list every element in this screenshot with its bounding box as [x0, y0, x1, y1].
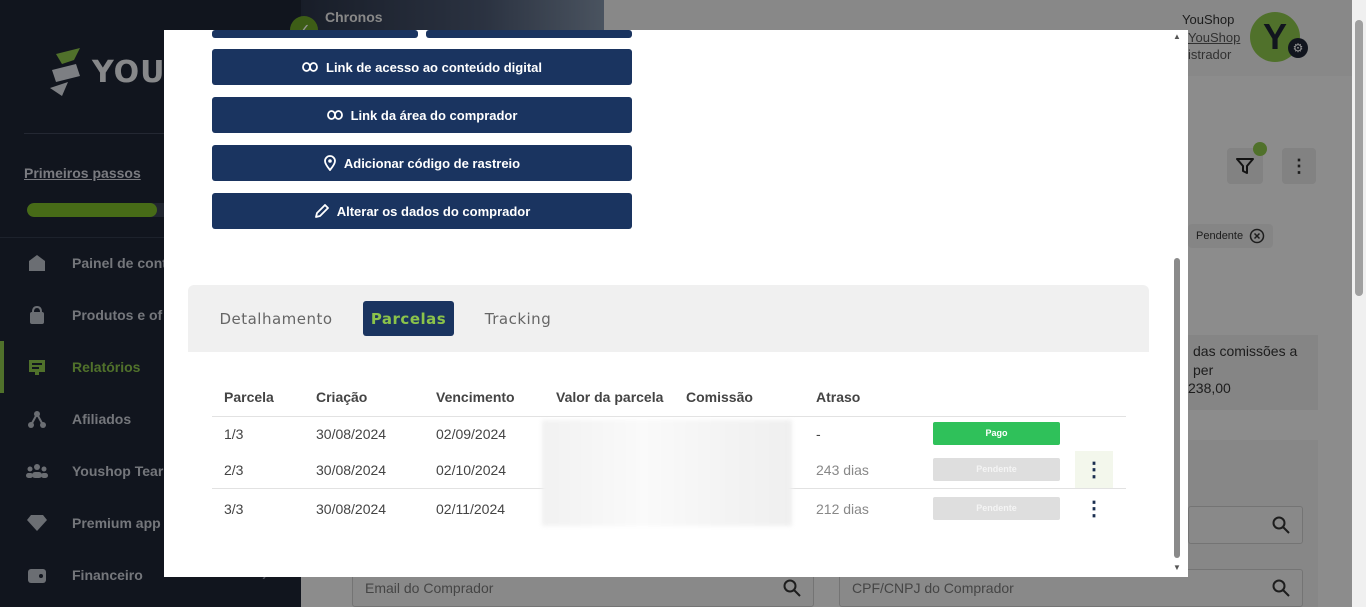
status-badge: Pendente	[933, 497, 1060, 521]
due-date: 02/09/2024	[436, 425, 507, 442]
page-scrollbar-thumb[interactable]	[1355, 20, 1363, 296]
location-pin-icon	[323, 155, 336, 171]
tabs-bar: Detalhamento Parcelas Tracking	[188, 285, 1149, 352]
add-tracking-code-button[interactable]: Adicionar código de rastreio	[212, 145, 632, 181]
row-actions-kebab-icon[interactable]: ⋮	[1075, 490, 1113, 527]
installment-number: 2/3	[212, 451, 304, 489]
creation-date: 30/08/2024	[316, 500, 387, 517]
creation-date: 30/08/2024	[304, 451, 424, 489]
status-cell: Pago	[921, 416, 1063, 451]
column-header-actions	[1063, 378, 1126, 417]
scroll-up-arrow-icon[interactable]: ▲	[1173, 32, 1181, 41]
status-cell: Pendente	[921, 451, 1063, 489]
link-icon	[326, 110, 343, 120]
tab-detalhamento[interactable]: Detalhamento	[212, 301, 340, 336]
delay: -	[816, 425, 821, 442]
button-label: Link de acesso ao conteúdo digital	[326, 59, 542, 75]
buyer-area-link-button[interactable]: Link da área do comprador	[212, 97, 632, 133]
due-date: 02/10/2024	[424, 451, 544, 489]
delay: 212 dias	[816, 500, 869, 517]
column-header: Parcela	[212, 378, 304, 417]
pencil-icon	[314, 203, 329, 218]
column-header: Criação	[304, 378, 424, 417]
installment-number: 3/3	[224, 500, 244, 517]
partial-action-button[interactable]	[212, 30, 418, 38]
actions-cell	[1063, 416, 1126, 451]
installment-number: 1/3	[224, 425, 244, 442]
modal-scrollbar-thumb[interactable]	[1174, 258, 1180, 558]
column-header: Valor da parcela	[544, 378, 674, 417]
column-header: Atraso	[804, 378, 921, 417]
due-date: 02/11/2024	[436, 500, 506, 517]
actions-cell: ⋮	[1063, 451, 1126, 489]
tab-parcelas[interactable]: Parcelas	[363, 301, 454, 336]
status-badge: Pendente	[933, 458, 1060, 481]
link-icon	[302, 62, 318, 72]
tab-tracking[interactable]: Tracking	[476, 301, 560, 336]
status-badge: Pago	[933, 422, 1060, 446]
column-header: Vencimento	[424, 378, 544, 417]
partial-action-button[interactable]	[426, 30, 632, 38]
button-label: Alterar os dados do comprador	[336, 203, 531, 219]
column-header: Comissão	[674, 378, 804, 417]
delay: 243 dias	[804, 451, 921, 489]
edit-buyer-data-button[interactable]: Alterar os dados do comprador	[212, 193, 632, 229]
actions-cell: ⋮	[1063, 489, 1126, 529]
digital-content-link-button[interactable]: Link de acesso ao conteúdo digital	[212, 49, 632, 85]
page-scrollbar[interactable]	[1352, 0, 1366, 607]
modal-scrollbar[interactable]: ▲ ▼	[1172, 30, 1182, 577]
row-actions-kebab-icon[interactable]: ⋮	[1075, 451, 1113, 488]
column-header-status	[921, 378, 1063, 417]
button-label: Link da área do comprador	[350, 107, 518, 123]
button-label: Adicionar código de rastreio	[343, 155, 521, 171]
status-cell: Pendente	[921, 489, 1063, 529]
creation-date: 30/08/2024	[316, 425, 387, 442]
table-header-row: Parcela Criação Vencimento Valor da parc…	[212, 378, 1126, 417]
order-details-modal: Link de acesso ao conteúdo digital Link …	[164, 30, 1188, 577]
redacted-values-blur	[542, 420, 792, 526]
scroll-down-arrow-icon[interactable]: ▼	[1173, 563, 1181, 572]
